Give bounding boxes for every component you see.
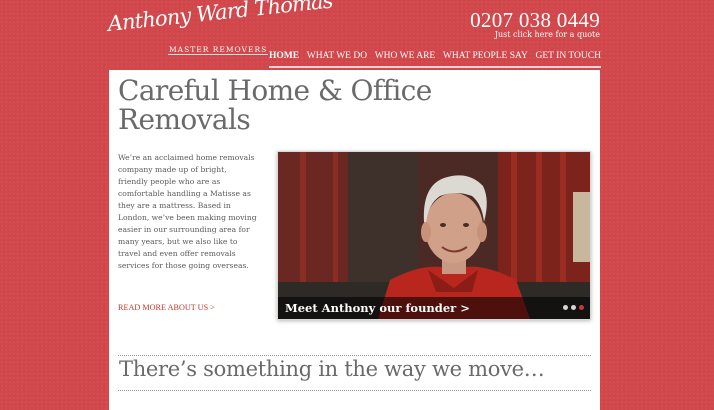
- slide-dot-3[interactable]: [579, 305, 584, 310]
- intro-text: We’re an acclaimed home removals company…: [118, 153, 257, 270]
- page-title-line-2: Removals: [118, 103, 251, 136]
- dotted-divider-top: [118, 355, 591, 356]
- nav-item-get-in-touch[interactable]: GET IN TOUCH: [536, 51, 601, 61]
- brand-name: Anthony Ward Thomas: [106, 0, 334, 37]
- nav-rule: [269, 66, 601, 68]
- nav-item-what-people-say[interactable]: WHAT PEOPLE SAY: [443, 51, 528, 61]
- slide-indicator: [563, 305, 584, 310]
- dotted-divider-bottom: [118, 390, 591, 391]
- founder-photo: [278, 152, 590, 319]
- brand-tagline: MASTER REMOVERS: [169, 45, 268, 54]
- quote-link[interactable]: Just click here for a quote: [495, 30, 600, 39]
- logo-underline: [168, 54, 268, 55]
- main-nav: HOME WHAT WE DO WHO WE ARE WHAT PEOPLE S…: [269, 51, 601, 68]
- slide-caption[interactable]: Meet Anthony our founder >: [285, 301, 470, 315]
- slide-dot-1[interactable]: [563, 305, 568, 310]
- nav-item-home[interactable]: HOME: [269, 51, 299, 61]
- slide-dot-2[interactable]: [571, 305, 576, 310]
- phone-number[interactable]: 0207 038 0449: [470, 9, 600, 31]
- feature-slideshow[interactable]: Meet Anthony our founder >: [277, 151, 591, 320]
- section-tagline: There’s something in the way we move…: [119, 357, 545, 381]
- nav-item-what-we-do[interactable]: WHAT WE DO: [307, 51, 367, 61]
- read-more-link[interactable]: READ MORE ABOUT US >: [118, 303, 215, 312]
- nav-item-who-we-are[interactable]: WHO WE ARE: [375, 51, 436, 61]
- page-title: Careful Home & Office Removals: [118, 76, 432, 134]
- content-panel: Careful Home & Office Removals We’re an …: [109, 70, 600, 410]
- slide-caption-bar: Meet Anthony our founder >: [278, 297, 590, 319]
- brand-logo[interactable]: Anthony Ward Thomas MASTER REMOVERS: [106, 0, 334, 58]
